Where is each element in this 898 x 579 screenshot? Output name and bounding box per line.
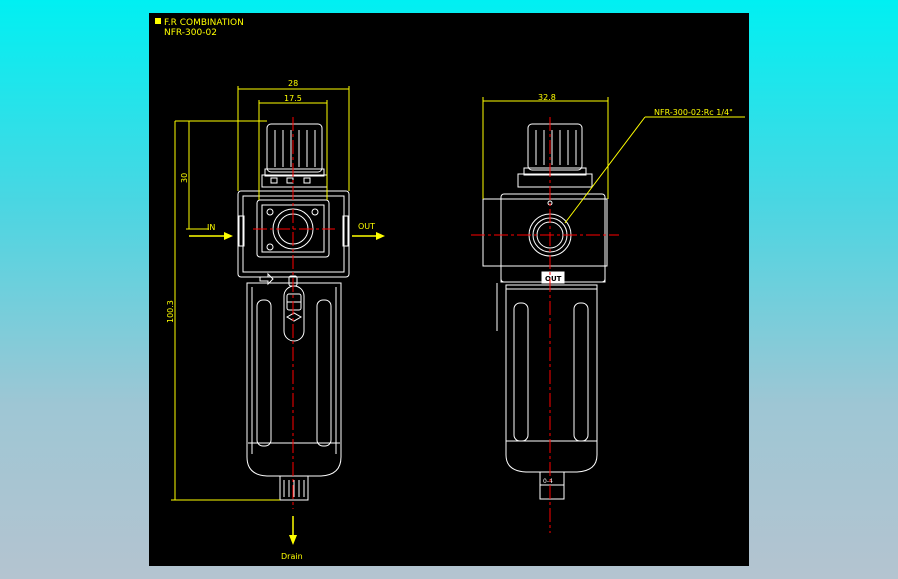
side-drain-mark: 0-4 (543, 478, 553, 485)
dim-width-port-block: 17.5 (284, 94, 302, 103)
title-marker-square (155, 18, 161, 24)
title-line-1: F.R COMBINATION (164, 18, 244, 28)
title-line-2: NFR-300-02 (164, 28, 217, 38)
side-filter-bowl (496, 283, 598, 473)
regulator-knob (261, 123, 328, 188)
in-arrow (189, 232, 233, 240)
dim-height-lower: 100.3 (166, 300, 175, 323)
side-view (482, 123, 608, 500)
side-drain-valve (539, 471, 565, 500)
out-label: OUT (358, 222, 375, 231)
in-label: IN (207, 223, 215, 232)
dim-width-total: 28 (288, 79, 298, 88)
drain-arrow (289, 516, 297, 545)
out-arrow (352, 232, 385, 240)
side-body-block (482, 193, 608, 284)
cad-drawing: F.R COMBINATION NFR-300-02 28 17.5 30 10… (155, 18, 745, 561)
filter-bowl (246, 282, 342, 477)
cad-drawing-sheet: F.R COMBINATION NFR-300-02 28 17.5 30 10… (149, 13, 749, 566)
out-plate-label: OUT (545, 275, 562, 283)
drain-label: Drain (281, 552, 303, 561)
port-note-label: NFR-300-02:Rc 1/4" (654, 108, 733, 117)
side-regulator-knob (517, 123, 593, 188)
drain-valve (279, 475, 309, 501)
dim-width-side: 32.8 (538, 93, 556, 102)
dim-height-upper: 30 (180, 173, 189, 183)
